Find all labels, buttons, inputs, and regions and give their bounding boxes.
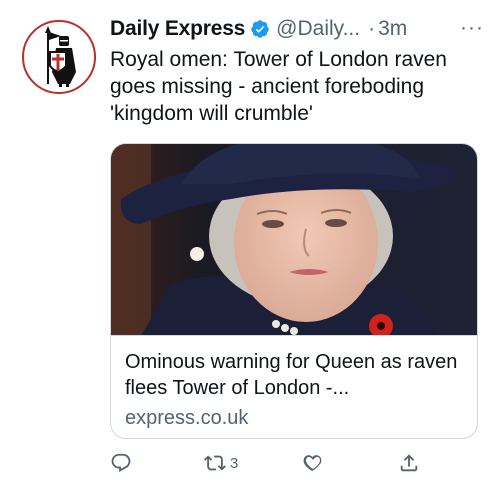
tweet-header: Daily Express @Daily... · 3m ··· [110,14,490,44]
retweet-button[interactable]: 3 [204,448,238,478]
crusader-logo-icon [45,26,76,87]
more-options-icon[interactable]: ··· [460,16,484,40]
link-card[interactable]: Ominous warning for Queen as raven flees… [110,143,478,439]
retweet-count: 3 [230,454,239,472]
timestamp[interactable]: 3m [378,17,407,41]
display-name[interactable]: Daily Express [110,17,245,41]
retweet-icon [204,455,226,471]
reply-button[interactable] [110,448,132,478]
share-button[interactable] [398,448,420,478]
like-button[interactable] [302,448,324,478]
heart-icon [303,455,322,472]
verified-badge-icon [250,19,270,39]
user-handle[interactable]: @Daily... [276,17,360,41]
card-domain: express.co.uk [125,407,249,429]
share-icon [400,454,418,472]
card-image [111,144,477,336]
separator-dot: · [368,17,376,40]
card-title: Ominous warning for Queen as raven flees… [125,351,458,399]
queen-portrait-image [111,144,477,335]
tweet[interactable]: Daily Express @Daily... · 3m ··· Royal o… [0,0,500,491]
tweet-text: Royal omen: Tower of London raven goes m… [110,48,447,125]
tweet-actions: 3 [110,448,430,478]
card-body: Ominous warning for Queen as raven flees… [111,337,477,431]
reply-icon [111,453,131,472]
avatar[interactable] [22,20,96,94]
